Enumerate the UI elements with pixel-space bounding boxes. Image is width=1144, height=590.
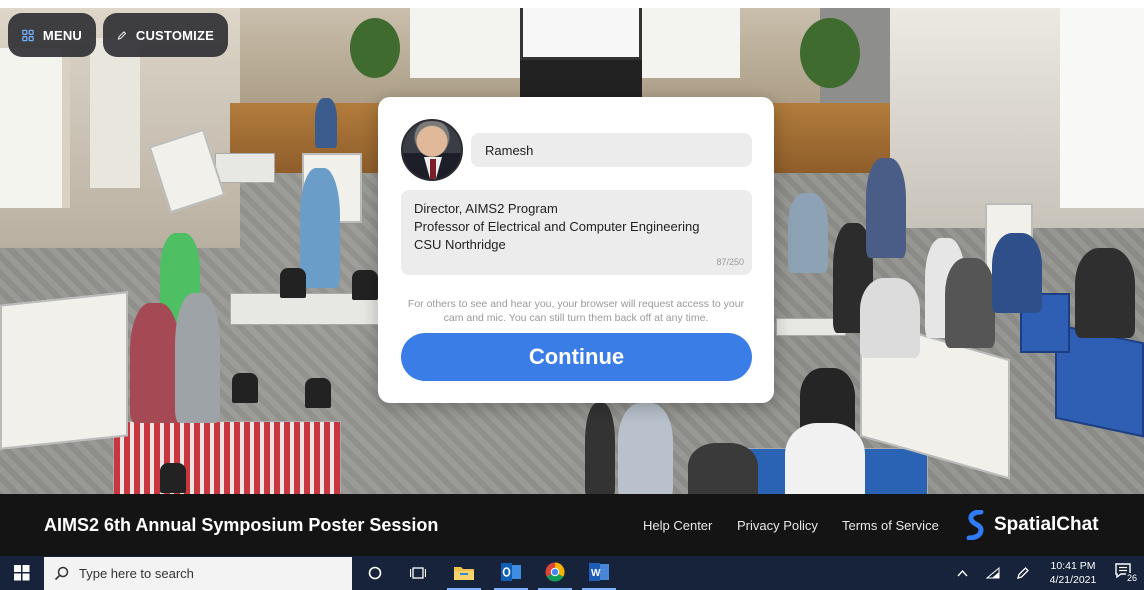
bio-line: Professor of Electrical and Computer Eng… [414,219,700,234]
chair [160,463,186,493]
person [992,233,1042,313]
window-left-2 [90,38,140,188]
taskbar-search-box[interactable]: Type here to search [44,557,352,590]
taskbar-clock[interactable]: 10:41 PM 4/21/2021 [1040,559,1106,587]
pencil-icon [117,30,127,40]
wifi-icon [986,567,1000,579]
grid-icon [22,29,34,41]
chair [232,373,258,403]
join-profile-modal: Ramesh Director, AIMS2 Program Professor… [378,97,774,403]
outlook-icon [501,563,521,581]
person [688,443,758,494]
action-center-button[interactable]: 26 [1114,562,1139,589]
avatar-tie [430,159,436,179]
windows-icon [14,565,30,581]
menu-button[interactable]: MENU [8,13,96,57]
person [175,293,220,423]
poster-board [0,291,128,450]
window-right [1060,8,1144,208]
table [215,153,275,183]
table-red-cloth [113,421,341,494]
search-icon [54,566,69,581]
person [130,303,180,423]
show-hidden-icons-button[interactable] [952,556,972,590]
pen-icon [1017,567,1029,579]
footer-bar: AIMS2 6th Annual Symposium Poster Sessio… [0,494,1144,556]
task-view-icon [410,567,426,579]
person [1075,248,1135,338]
window-back-1 [410,8,520,78]
word-icon: W [589,563,609,581]
person [785,423,865,494]
person [866,158,906,258]
help-center-link[interactable]: Help Center [643,518,712,533]
potted-plant [350,18,400,78]
potted-plant [800,18,860,88]
file-explorer-icon [454,567,474,580]
person [788,193,828,273]
permissions-notice: For others to see and hear you, your bro… [407,298,745,324]
word-button[interactable]: W [582,556,616,590]
person [585,403,615,494]
spatialchat-icon [966,510,984,540]
cortana-icon [368,566,382,580]
svg-text:W: W [591,568,601,579]
window-back-2 [640,8,740,78]
pen-workspace-button[interactable] [1012,556,1034,590]
network-button[interactable] [982,556,1004,590]
window-left [0,48,70,208]
bio-textarea[interactable]: Director, AIMS2 Program Professor of Ele… [401,190,752,275]
menu-label: MENU [42,27,82,43]
spatialchat-logo[interactable]: SpatialChat [966,510,1099,540]
continue-button[interactable]: Continue [401,333,752,381]
clock-date: 4/21/2021 [1049,574,1097,586]
chair [352,270,378,300]
cortana-button[interactable] [360,556,390,590]
chrome-icon [545,562,565,582]
char-counter: 87/250 [716,257,744,267]
windows-taskbar: Type here to search W 10:41 PM 4/21/2021… [0,556,1144,590]
chevron-up-icon [956,569,968,577]
clock-time: 10:41 PM [1050,560,1096,572]
brand-name: SpatialChat [994,514,1099,535]
name-input[interactable]: Ramesh [471,133,752,167]
person [618,403,673,494]
person [315,98,337,148]
notification-count: 26 [1126,573,1139,583]
person [945,258,995,348]
bio-line: CSU Northridge [414,237,506,252]
task-view-button[interactable] [403,556,433,590]
name-input-value: Ramesh [485,142,534,158]
privacy-policy-link[interactable]: Privacy Policy [737,518,818,533]
terms-of-service-link[interactable]: Terms of Service [842,518,939,533]
person [860,278,920,358]
start-button[interactable] [0,556,44,590]
chair [305,378,331,408]
chrome-button[interactable] [538,556,572,590]
search-placeholder: Type here to search [79,566,194,581]
file-explorer-button[interactable] [447,556,481,590]
customize-label: CUSTOMIZE [135,27,214,43]
person [300,168,340,288]
projection-screen [520,8,642,60]
stage [520,60,642,100]
bio-line: Director, AIMS2 Program [414,201,558,216]
chair [280,268,306,298]
customize-button[interactable]: CUSTOMIZE [103,13,228,57]
avatar[interactable] [401,119,463,181]
event-title: AIMS2 6th Annual Symposium Poster Sessio… [44,514,439,535]
outlook-button[interactable] [494,556,528,590]
